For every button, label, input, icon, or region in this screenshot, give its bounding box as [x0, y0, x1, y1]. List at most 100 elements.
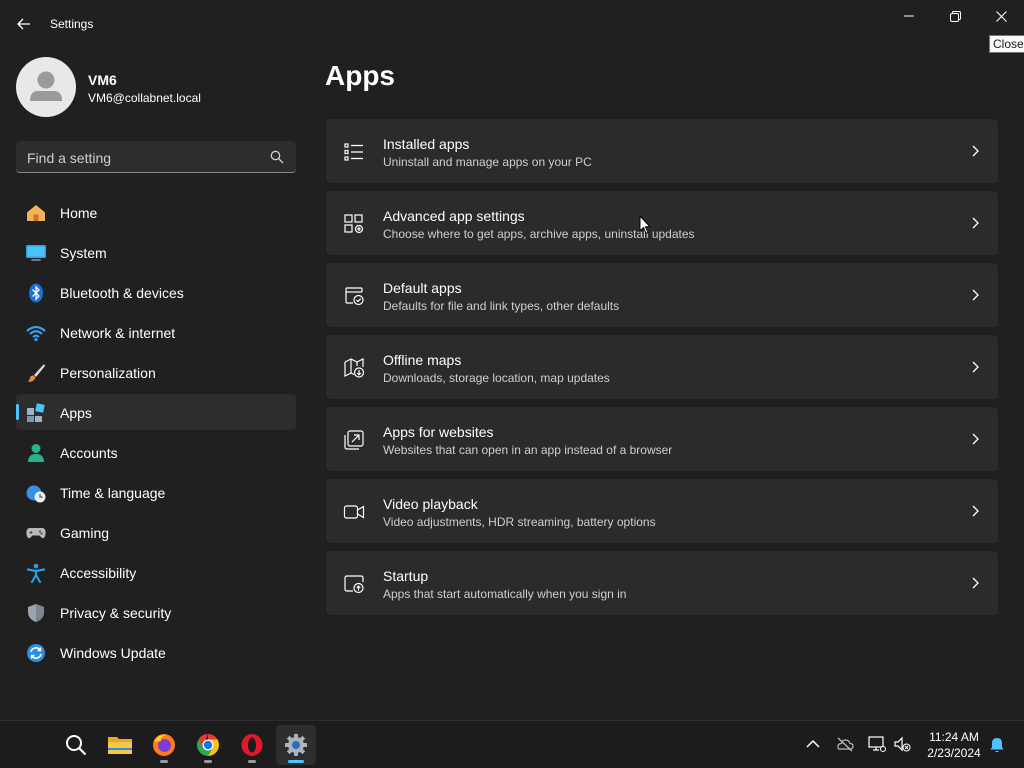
profile-email: VM6@collabnet.local	[88, 91, 201, 105]
card-description: Websites that can open in an app instead…	[383, 443, 673, 457]
card-title: Installed apps	[383, 136, 470, 152]
gamepad-icon	[26, 528, 46, 539]
taskbar-file-explorer[interactable]	[100, 725, 140, 765]
taskbar-firefox[interactable]	[144, 725, 184, 765]
minimize-icon	[904, 15, 914, 17]
card-installed-apps[interactable]: Installed apps Uninstall and manage apps…	[325, 118, 999, 184]
card-description: Apps that start automatically when you s…	[383, 587, 627, 601]
notification-bell-icon[interactable]	[988, 736, 1006, 754]
chevron-up-icon[interactable]	[804, 735, 822, 753]
card-description: Uninstall and manage apps on your PC	[383, 155, 592, 169]
clock-date: 2/23/2024	[927, 746, 981, 760]
card-title: Video playback	[383, 496, 478, 512]
close-button[interactable]	[978, 0, 1024, 32]
card-title: Apps for websites	[383, 424, 494, 440]
taskbar-settings[interactable]	[276, 725, 316, 765]
volume-muted-icon[interactable]	[893, 735, 911, 753]
default-apps-icon	[345, 287, 364, 306]
globe-clock-icon	[26, 485, 46, 503]
open-in-app-icon	[344, 430, 364, 450]
chevron-right-icon	[972, 433, 979, 445]
title-bar: Settings Close	[0, 0, 1024, 53]
chevron-right-icon	[972, 145, 979, 157]
avatar	[16, 57, 76, 117]
profile-name: VM6	[88, 72, 117, 88]
chrome-icon	[197, 734, 219, 756]
accessibility-icon	[26, 563, 46, 583]
sidebar-item-bluetooth[interactable]: Bluetooth & devices	[16, 274, 296, 310]
sidebar-item-label: Accessibility	[60, 565, 137, 581]
back-button[interactable]	[8, 8, 40, 40]
taskbar-opera[interactable]	[232, 725, 272, 765]
settings-icon	[285, 734, 307, 756]
search-box[interactable]: Find a setting	[16, 141, 296, 173]
sidebar-nav: Home System Bluetooth & devices Network …	[16, 194, 296, 674]
list-icon	[344, 143, 363, 161]
sidebar-item-windows-update[interactable]: Windows Update	[16, 634, 296, 670]
system-icon	[26, 245, 46, 261]
sidebar-item-label: Accounts	[60, 445, 118, 461]
sidebar-item-label: Time & language	[60, 485, 166, 501]
sidebar-item-system[interactable]: System	[16, 234, 296, 270]
sidebar-item-label: Privacy & security	[60, 605, 172, 621]
update-icon	[27, 644, 45, 662]
card-description: Defaults for file and link types, other …	[383, 299, 620, 313]
card-apps-for-websites[interactable]: Apps for websites Websites that can open…	[325, 406, 999, 472]
chevron-right-icon	[972, 577, 979, 589]
wifi-icon	[26, 325, 46, 342]
sidebar-item-label: System	[60, 245, 107, 261]
taskbar-clock[interactable]: 11:24 AM 2/23/2024	[918, 729, 990, 761]
chevron-right-icon	[972, 289, 979, 301]
sidebar-item-time-language[interactable]: Time & language	[16, 474, 296, 510]
card-advanced-app-settings[interactable]: Advanced app settings Choose where to ge…	[325, 190, 999, 256]
search-icon	[66, 735, 87, 756]
map-download-icon	[344, 358, 365, 378]
sidebar-item-personalization[interactable]: Personalization	[16, 354, 296, 390]
card-title: Offline maps	[383, 352, 462, 368]
close-icon	[995, 10, 1007, 22]
taskbar-chrome[interactable]	[188, 725, 228, 765]
search-input[interactable]: Find a setting	[27, 150, 111, 166]
card-title: Advanced app settings	[383, 208, 525, 224]
mouse-cursor-icon	[639, 215, 651, 235]
video-camera-icon	[343, 505, 365, 519]
sidebar-item-home[interactable]: Home	[16, 194, 296, 230]
settings-card-list: Installed apps Uninstall and manage apps…	[325, 118, 999, 622]
sidebar-item-apps[interactable]: Apps	[16, 394, 296, 430]
back-arrow-icon	[17, 18, 30, 30]
bluetooth-icon	[29, 283, 43, 303]
sidebar-item-gaming[interactable]: Gaming	[16, 514, 296, 550]
card-offline-maps[interactable]: Offline maps Downloads, storage location…	[325, 334, 999, 400]
taskbar: 11:24 AM 2/23/2024	[0, 720, 1024, 768]
restore-button[interactable]	[932, 0, 978, 32]
brush-icon	[28, 364, 45, 382]
minimize-button[interactable]	[886, 0, 932, 32]
sidebar-item-accounts[interactable]: Accounts	[16, 434, 296, 470]
sidebar-item-accessibility[interactable]: Accessibility	[16, 554, 296, 590]
apps-icon	[27, 403, 45, 422]
card-description: Video adjustments, HDR streaming, batter…	[383, 515, 656, 529]
firefox-icon	[153, 734, 175, 756]
network-icon[interactable]	[868, 735, 886, 753]
card-startup[interactable]: Startup Apps that start automatically wh…	[325, 550, 999, 616]
sidebar-item-label: Personalization	[60, 365, 156, 381]
sidebar-item-network[interactable]: Network & internet	[16, 314, 296, 350]
clock-time: 11:24 AM	[929, 730, 979, 744]
sidebar-item-label: Bluetooth & devices	[60, 285, 184, 301]
sidebar-item-label: Apps	[60, 405, 92, 421]
chevron-right-icon	[972, 361, 979, 373]
onedrive-offline-icon[interactable]	[836, 735, 854, 753]
window-title: Settings	[50, 17, 94, 31]
card-video-playback[interactable]: Video playback Video adjustments, HDR st…	[325, 478, 999, 544]
page-title: Apps	[325, 60, 395, 91]
restore-icon	[949, 10, 961, 22]
card-title: Startup	[383, 568, 429, 584]
taskbar-search-button[interactable]	[56, 725, 96, 765]
sidebar-item-privacy[interactable]: Privacy & security	[16, 594, 296, 630]
search-icon[interactable]	[270, 150, 284, 164]
user-profile[interactable]: VM6 VM6@collabnet.local	[16, 57, 306, 117]
home-icon	[27, 205, 45, 221]
card-default-apps[interactable]: Default apps Defaults for file and link …	[325, 262, 999, 328]
app-settings-icon	[344, 214, 364, 234]
person-icon	[28, 444, 44, 462]
